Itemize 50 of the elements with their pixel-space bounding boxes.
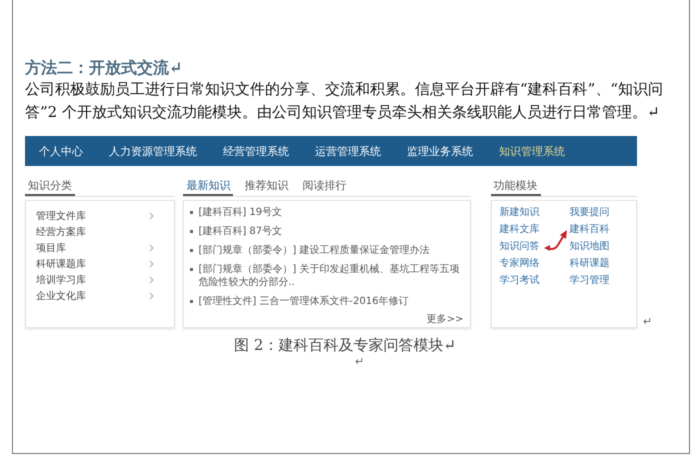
function-link[interactable]: 建科文库 <box>500 224 570 236</box>
category-label: 科研课题库 <box>36 258 86 271</box>
more-link[interactable]: 更多>> <box>426 314 464 326</box>
function-link[interactable]: 知识问答 <box>500 241 570 253</box>
nav-item[interactable]: 知识管理系统 <box>499 144 565 158</box>
news-link[interactable]: [建科百科] 87号文 <box>198 225 282 238</box>
function-link[interactable]: 科研课题 <box>570 258 630 270</box>
paragraph-mark: ↵ <box>355 355 366 369</box>
bullet-icon <box>190 230 194 233</box>
function-link[interactable]: 学习考试 <box>500 275 570 287</box>
figure-caption: 图 2：建科百科及专家问答模块↵ <box>233 336 457 355</box>
nav-item[interactable]: 运营管理系统 <box>315 144 381 158</box>
function-link[interactable]: 专家网络 <box>500 258 570 270</box>
category-item[interactable]: 项目库 <box>26 240 174 256</box>
nav-item[interactable]: 监理业务系统 <box>407 144 473 158</box>
nav-item[interactable]: 经营管理系统 <box>223 144 289 158</box>
category-item[interactable]: 科研课题库 <box>26 256 174 272</box>
bullet-icon <box>190 268 194 271</box>
tab[interactable]: 最新知识 <box>183 176 234 196</box>
panel-title: 功能模块 <box>490 176 540 196</box>
category-label: 培训学习库 <box>36 274 86 287</box>
bullet-icon <box>190 300 194 303</box>
category-item[interactable]: 培训学习库 <box>26 272 174 288</box>
news-link[interactable]: [部门规章（部委令）] 关于印发起重机械、基坑工程等五项危险性较大的分部分.. <box>198 263 464 289</box>
category-label: 项目库 <box>36 242 66 255</box>
body-paragraph: 公司积极鼓励员工进行日常知识文件的分享、交流和积累。信息平台开辟有“建科百科”、“知识问答”2 个开放式知识交流功能模块。由公司知识管理专员牵头相关条线职能人员进行日常管理。↵ <box>25 79 664 123</box>
bullet-icon <box>190 211 194 214</box>
category-item[interactable]: 企业文化库 <box>26 288 174 304</box>
panel-title: 知识分类 <box>25 176 75 196</box>
news-link[interactable]: [部门规章（部委令）] 建设工程质量保证金管理办法 <box>198 244 430 257</box>
news-link[interactable]: [管理性文件] 三合一管理体系文件-2016年修订 <box>198 295 408 308</box>
category-item[interactable]: 经营方案库 <box>26 224 174 240</box>
tab[interactable]: 推荐知识 <box>241 176 292 196</box>
function-link[interactable]: 建科百科 <box>570 224 630 236</box>
category-label: 经营方案库 <box>36 226 86 239</box>
function-link[interactable]: 学习管理 <box>570 275 630 287</box>
news-link[interactable]: [建科百科] 19号文 <box>198 206 282 219</box>
annotation-arrow <box>544 230 566 251</box>
section-heading: 方法二：开放式交流↵ <box>25 58 184 78</box>
bullet-icon <box>190 249 194 252</box>
nav-item[interactable]: 人力资源管理系统 <box>109 144 197 158</box>
tab[interactable]: 阅读排行 <box>299 176 350 196</box>
category-label: 管理文件库 <box>36 210 86 223</box>
category-item[interactable]: 管理文件库 <box>26 208 174 224</box>
category-label: 企业文化库 <box>36 290 86 303</box>
function-link[interactable]: 我要提问 <box>570 207 630 219</box>
function-link[interactable]: 新建知识 <box>500 207 570 219</box>
paragraph-mark: ↵ <box>643 316 652 328</box>
nav-item[interactable]: 个人中心 <box>39 144 83 158</box>
function-link[interactable]: 知识地图 <box>570 241 630 253</box>
